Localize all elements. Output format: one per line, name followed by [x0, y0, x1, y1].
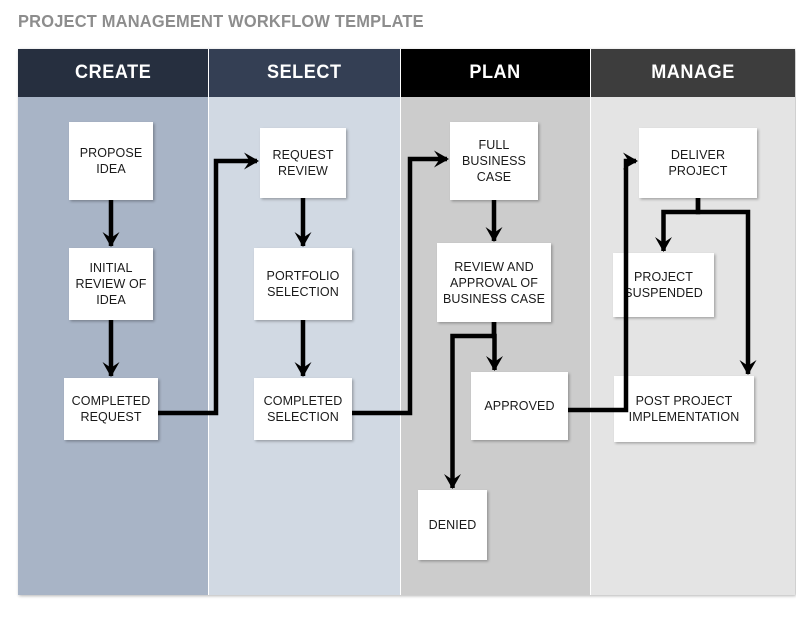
- node-approved[interactable]: APPROVED: [471, 372, 568, 440]
- swimlane-header-plan-label: PLAN: [469, 62, 522, 83]
- node-label: INITIAL REVIEW OF IDEA: [75, 261, 147, 307]
- node-post-project[interactable]: POST PROJECT IMPLEMENTATION: [614, 376, 754, 442]
- page-title: PROJECT MANAGEMENT WORKFLOW TEMPLATE: [18, 11, 424, 31]
- swimlane-header-manage-label: MANAGE: [651, 62, 735, 83]
- node-label: PROJECT SUSPENDED: [624, 270, 703, 300]
- node-label: COMPLETED SELECTION: [263, 394, 343, 424]
- node-label: COMPLETED REQUEST: [71, 394, 151, 424]
- node-label: FULL BUSINESS CASE: [461, 138, 526, 184]
- node-label: REVIEW AND APPROVAL OF BUSINESS CASE: [442, 259, 546, 306]
- swimlane-header-select-label: SELECT: [267, 62, 342, 83]
- node-completed-request[interactable]: COMPLETED REQUEST: [64, 378, 158, 440]
- swimlane-header-select: SELECT: [209, 49, 400, 97]
- node-project-suspended[interactable]: PROJECT SUSPENDED: [613, 253, 714, 317]
- node-propose-idea[interactable]: PROPOSE IDEA: [69, 122, 153, 200]
- node-label: DENIED: [428, 518, 477, 532]
- swimlane-header-create: CREATE: [18, 49, 208, 97]
- node-label: APPROVED: [484, 399, 555, 413]
- swimlane-header-manage: MANAGE: [591, 49, 795, 97]
- node-completed-selection[interactable]: COMPLETED SELECTION: [254, 378, 352, 440]
- node-full-business-case[interactable]: FULL BUSINESS CASE: [450, 122, 538, 200]
- node-label: POST PROJECT IMPLEMENTATION: [628, 394, 740, 424]
- swimlane-header-plan: PLAN: [401, 49, 590, 97]
- node-label: REQUEST REVIEW: [272, 148, 334, 178]
- node-portfolio-selection[interactable]: PORTFOLIO SELECTION: [254, 248, 352, 320]
- node-request-review[interactable]: REQUEST REVIEW: [260, 128, 346, 198]
- node-label: DELIVER PROJECT: [668, 148, 728, 178]
- node-denied[interactable]: DENIED: [418, 490, 487, 560]
- node-deliver-project[interactable]: DELIVER PROJECT: [639, 128, 757, 198]
- node-initial-review-of-idea[interactable]: INITIAL REVIEW OF IDEA: [69, 248, 153, 320]
- node-review-and-approval[interactable]: REVIEW AND APPROVAL OF BUSINESS CASE: [437, 243, 551, 322]
- node-label: PROPOSE IDEA: [79, 146, 143, 176]
- swimlane-header-create-label: CREATE: [74, 62, 152, 83]
- workflow-diagram: CREATE SELECT PLAN MANAGE PROPOSE IDEA IN…: [18, 49, 795, 595]
- node-label: PORTFOLIO SELECTION: [266, 269, 340, 299]
